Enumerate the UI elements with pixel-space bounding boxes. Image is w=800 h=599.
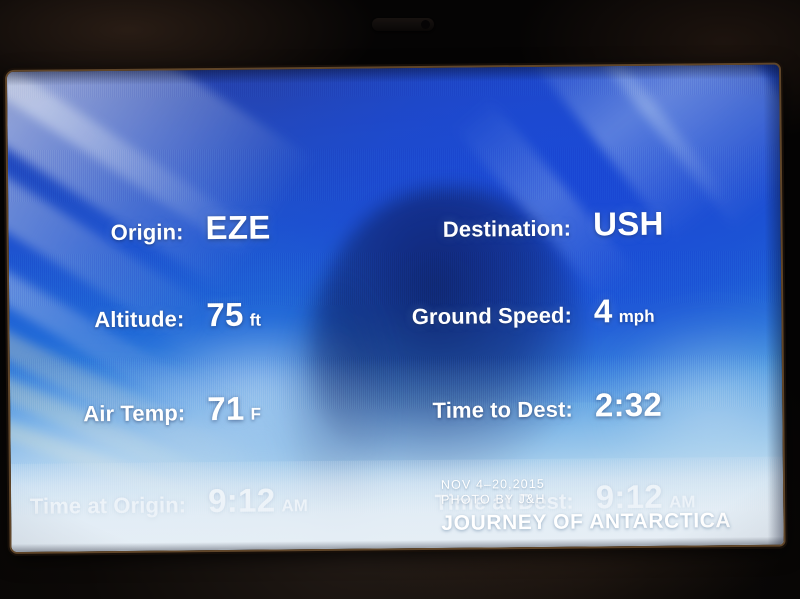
data-row-temp-eta: Air Temp: 71 F Time to Dest: 2:32 [10,385,782,427]
field-ground-speed: Ground Speed: 4 mph [399,291,781,333]
field-ground-speed-value: 4 [593,292,613,330]
field-air-temp-label: Air Temp: [83,400,186,427]
field-time-at-origin: Time at Origin: 9:12 AM [11,480,401,522]
field-destination-label: Destination: [442,215,572,242]
screen-surface: Origin: EZE Destination: USH Altitude: 7… [7,64,784,552]
data-row-altitude-speed: Altitude: 75 ft Ground Speed: 4 mph [9,291,781,333]
field-origin: Origin: EZE [8,207,398,249]
field-air-temp: Air Temp: 71 F [10,388,400,430]
field-altitude-value: 75 [206,295,244,334]
field-air-temp-unit: F [250,404,262,424]
field-time-at-origin-value: 9:12 [207,481,276,520]
field-altitude: Altitude: 75 ft [9,294,399,336]
credit-title: JOURNEY OF ANTARCTICA [441,509,732,535]
field-ground-speed-unit: mph [618,306,655,327]
bezel-hardware-nub-icon [372,18,434,31]
field-destination: Destination: USH [398,204,780,246]
field-time-to-dest-value: 2:32 [594,385,663,424]
field-time-to-dest-label: Time to Dest: [432,396,573,423]
field-origin-label: Origin: [110,219,184,246]
field-altitude-label: Altitude: [94,306,185,333]
field-ground-speed-label: Ground Speed: [411,302,573,330]
field-time-at-origin-unit: AM [281,496,308,516]
seatback-screen[interactable]: Origin: EZE Destination: USH Altitude: 7… [7,64,784,552]
credit-photo-by: PHOTO BY J&H [441,491,546,507]
field-air-temp-value: 71 [207,389,245,428]
field-destination-value: USH [592,204,664,243]
field-origin-value: EZE [205,208,271,247]
photo-of-seatback-screen: Origin: EZE Destination: USH Altitude: 7… [0,0,800,599]
data-row-origin-destination: Origin: EZE Destination: USH [8,204,780,246]
credit-block: NOV 4–20,2015 PHOTO BY J&H JOURNEY OF AN… [441,475,731,536]
field-time-at-origin-label: Time at Origin: [29,492,187,519]
field-altitude-unit: ft [249,310,262,330]
field-time-to-dest: Time to Dest: 2:32 [400,385,782,427]
